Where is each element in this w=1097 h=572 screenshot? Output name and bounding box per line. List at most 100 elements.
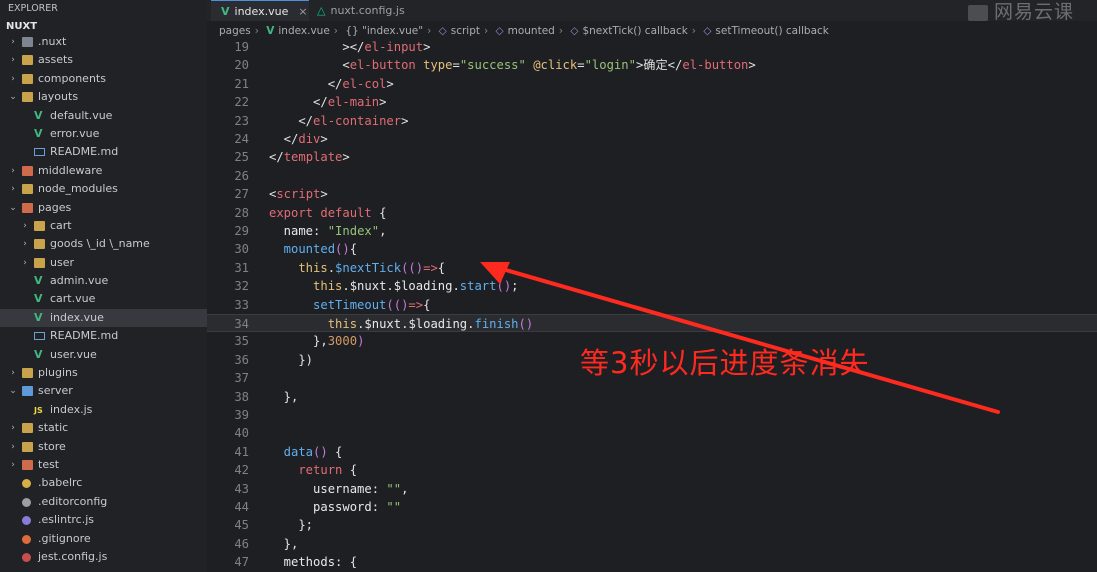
chevron-right-icon[interactable]: ›: [20, 217, 30, 235]
tree-item[interactable]: ⌄ pages: [0, 199, 207, 217]
code-line[interactable]: 34 this.$nuxt.$loading.finish(): [207, 314, 1097, 333]
code-line[interactable]: 41 data() {: [207, 443, 1097, 461]
tree-item[interactable]: jest.config.js: [0, 548, 207, 566]
code-token: export default: [269, 205, 372, 220]
chevron-down-icon[interactable]: ⌄: [8, 382, 18, 400]
chevron-right-icon[interactable]: ›: [8, 162, 18, 180]
code-token: $nuxt: [364, 317, 402, 331]
tree-item[interactable]: › cart: [0, 217, 207, 235]
chevron-down-icon[interactable]: ⌄: [8, 199, 18, 217]
tree-item[interactable]: › goods \_id \_name: [0, 235, 207, 253]
tree-item[interactable]: ⌄ layouts: [0, 88, 207, 106]
tree-item[interactable]: › static: [0, 419, 207, 437]
code-token: $nextTick: [335, 260, 402, 275]
code-line[interactable]: 26: [207, 167, 1097, 185]
tree-item[interactable]: README.md: [0, 143, 207, 161]
code-line[interactable]: 45 };: [207, 516, 1097, 534]
breadcrumb-item[interactable]: pages: [219, 25, 251, 37]
chevron-right-icon[interactable]: ›: [8, 419, 18, 437]
tree-item[interactable]: .babelrc: [0, 474, 207, 492]
tree-item[interactable]: README.md: [0, 327, 207, 345]
chevron-right-icon[interactable]: ›: [20, 254, 30, 272]
tree-item[interactable]: › plugins: [0, 364, 207, 382]
code-line[interactable]: 32 this.$nuxt.$loading.start();: [207, 277, 1097, 295]
code-token: :: [371, 481, 387, 496]
tab-index-vue[interactable]: Vindex.vue ×: [211, 0, 309, 21]
tree-item[interactable]: › store: [0, 438, 207, 456]
tab-nuxt-config[interactable]: △ nuxt.config.js: [313, 0, 433, 21]
tree-item[interactable]: Vindex.vue: [0, 308, 207, 328]
code-line[interactable]: 38 },: [207, 388, 1097, 406]
code-line[interactable]: 22 </el-main>: [207, 93, 1097, 111]
breadcrumb-item[interactable]: mounted: [508, 25, 555, 37]
code-line[interactable]: 24 </div>: [207, 130, 1097, 148]
tree-item[interactable]: Vadmin.vue: [0, 272, 207, 290]
code-line[interactable]: 39: [207, 406, 1097, 424]
code-line[interactable]: 21 </el-col>: [207, 75, 1097, 93]
code-line[interactable]: 23 </el-container>: [207, 112, 1097, 130]
config-file-icon: [22, 516, 31, 526]
chevron-right-icon[interactable]: ›: [8, 364, 18, 382]
chevron-right-icon[interactable]: ›: [8, 51, 18, 69]
tree-item[interactable]: › components: [0, 70, 207, 88]
code-line[interactable]: 42 return {: [207, 461, 1097, 479]
code-token: {: [327, 444, 343, 459]
folder-icon: [34, 257, 45, 268]
code-line[interactable]: 19 ></el-input>: [207, 38, 1097, 56]
code-line[interactable]: 20 <el-button type="success" @click="log…: [207, 56, 1097, 74]
code-line[interactable]: 27 <script>: [207, 185, 1097, 203]
line-number: 43: [234, 481, 249, 496]
code-line[interactable]: 47 methods: {: [207, 553, 1097, 571]
code-line[interactable]: 25 </template>: [207, 148, 1097, 166]
code-line[interactable]: 33 setTimeout(()=>{: [207, 296, 1097, 314]
code-token: this: [269, 279, 343, 294]
code-line[interactable]: 40: [207, 424, 1097, 442]
code-token: ): [357, 334, 365, 349]
tree-item[interactable]: Verror.vue: [0, 125, 207, 143]
tree-item[interactable]: .editorconfig: [0, 493, 207, 511]
breadcrumb-item[interactable]: script: [451, 25, 480, 37]
tree-item[interactable]: .gitignore: [0, 530, 207, 548]
code-text: </template>: [269, 148, 350, 166]
code-token: el-input: [364, 40, 424, 54]
chevron-right-icon[interactable]: ›: [8, 180, 18, 198]
code-token: =>: [408, 297, 424, 312]
chevron-right-icon[interactable]: ›: [8, 438, 18, 456]
code-line[interactable]: 28 export default {: [207, 204, 1097, 222]
breadcrumb-item[interactable]: {} "index.vue": [345, 25, 423, 37]
code-line[interactable]: 43 username: "",: [207, 480, 1097, 498]
chevron-right-icon[interactable]: ›: [8, 33, 18, 51]
close-icon[interactable]: ×: [298, 5, 307, 18]
vue-file-icon: V: [34, 108, 43, 122]
breadcrumb-item[interactable]: $nextTick() callback: [582, 25, 687, 37]
tree-item[interactable]: Vcart.vue: [0, 290, 207, 308]
chevron-right-icon[interactable]: ›: [8, 456, 18, 474]
breadcrumb-item[interactable]: index.vue: [278, 25, 329, 37]
code-line[interactable]: 31 this.$nextTick(()=>{: [207, 259, 1097, 277]
tree-item[interactable]: JS index.js: [0, 401, 207, 419]
tree-item[interactable]: › middleware: [0, 162, 207, 180]
tree-item[interactable]: › .nuxt: [0, 33, 207, 51]
code-editor[interactable]: 19 ></el-input> 20 <el-button type="succe…: [207, 38, 1097, 572]
tree-item[interactable]: › assets: [0, 51, 207, 69]
line-number: 39: [234, 408, 249, 422]
code-text: password: "": [269, 498, 401, 516]
code-text: this.$nuxt.$loading.finish(): [269, 315, 534, 333]
tree-item[interactable]: › test: [0, 456, 207, 474]
tree-item[interactable]: .eslintrc.js: [0, 511, 207, 529]
tree-item[interactable]: › node_modules: [0, 180, 207, 198]
chevron-right-icon[interactable]: ›: [20, 235, 30, 253]
chevron-down-icon[interactable]: ⌄: [8, 88, 18, 106]
tree-item[interactable]: › user: [0, 254, 207, 272]
breadcrumb-item[interactable]: setTimeout() callback: [715, 25, 828, 37]
code-token: </: [269, 132, 299, 146]
tree-item[interactable]: ⌄ server: [0, 382, 207, 400]
code-line[interactable]: 44 password: "": [207, 498, 1097, 516]
code-line[interactable]: 29 name: "Index",: [207, 222, 1097, 240]
tree-item[interactable]: Vdefault.vue: [0, 107, 207, 125]
code-line[interactable]: 46 },: [207, 535, 1097, 553]
code-line[interactable]: 30 mounted(){: [207, 240, 1097, 258]
tree-item[interactable]: Vuser.vue: [0, 346, 207, 364]
chevron-right-icon[interactable]: ›: [8, 70, 18, 88]
tree-item-label: cart.vue: [50, 292, 96, 306]
